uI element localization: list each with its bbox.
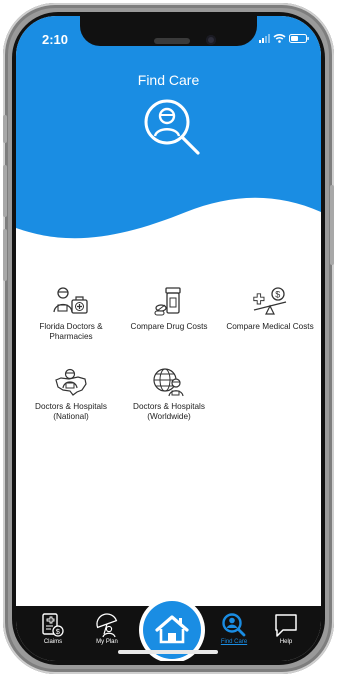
tab-label: Find Care (220, 639, 248, 645)
option-label: Doctors & Hospitals (Worldwide) (133, 402, 205, 421)
tab-label: Claims (43, 639, 63, 645)
pill-bottle-icon (154, 287, 181, 316)
cellular-signal-icon (259, 34, 270, 43)
phone-frame: 2:10 Find Care Florida Doctors & Pharmac… (3, 3, 334, 674)
option-label: Florida Doctors & Pharmacies (39, 322, 103, 341)
volume-down-button (3, 229, 7, 281)
wifi-icon (273, 34, 286, 43)
doctor-pharmacy-icon (53, 287, 88, 314)
tab-label: My Plan (96, 639, 118, 645)
page-title: Find Care (137, 72, 200, 88)
earpiece (154, 38, 190, 44)
option-label: Compare Drug Costs (130, 322, 208, 331)
home-indicator (118, 650, 218, 654)
option-compare-drug-costs[interactable]: Compare Drug Costs (119, 286, 219, 332)
find-care-search-icon (144, 99, 200, 155)
option-florida-doctors-pharmacies[interactable]: Florida Doctors & Pharmacies (21, 286, 121, 342)
status-icons (259, 33, 311, 45)
tab-claims[interactable]: $ Claims (28, 606, 78, 661)
option-doctors-hospitals-national[interactable]: Doctors & Hospitals (National) (21, 366, 121, 422)
svg-text:$: $ (275, 290, 280, 300)
search-person-icon (222, 613, 246, 637)
option-label: Doctors & Hospitals (National) (35, 402, 107, 421)
front-camera (206, 35, 216, 45)
chat-bubble-icon (275, 614, 297, 637)
doctor-globe-icon (153, 368, 184, 397)
app-screen: 2:10 Find Care Florida Doctors & Pharmac… (16, 16, 321, 661)
volume-up-button (3, 165, 7, 217)
option-label: Compare Medical Costs (226, 322, 314, 331)
status-time: 2:10 (42, 32, 69, 47)
header: 2:10 Find Care (16, 16, 321, 266)
claims-icon: $ (42, 613, 64, 637)
option-doctors-hospitals-worldwide[interactable]: Doctors & Hospitals (Worldwide) (119, 366, 219, 422)
tab-label: Help (279, 639, 293, 645)
tab-help[interactable]: Help (261, 606, 311, 661)
umbrella-person-icon (96, 613, 118, 638)
mute-switch (3, 115, 7, 143)
option-compare-medical-costs[interactable]: $ Compare Medical Costs (220, 286, 320, 332)
scale-dollar-icon: $ (253, 287, 287, 315)
battery-icon (289, 34, 309, 43)
doctor-us-map-icon (55, 368, 87, 396)
power-button (330, 185, 334, 265)
